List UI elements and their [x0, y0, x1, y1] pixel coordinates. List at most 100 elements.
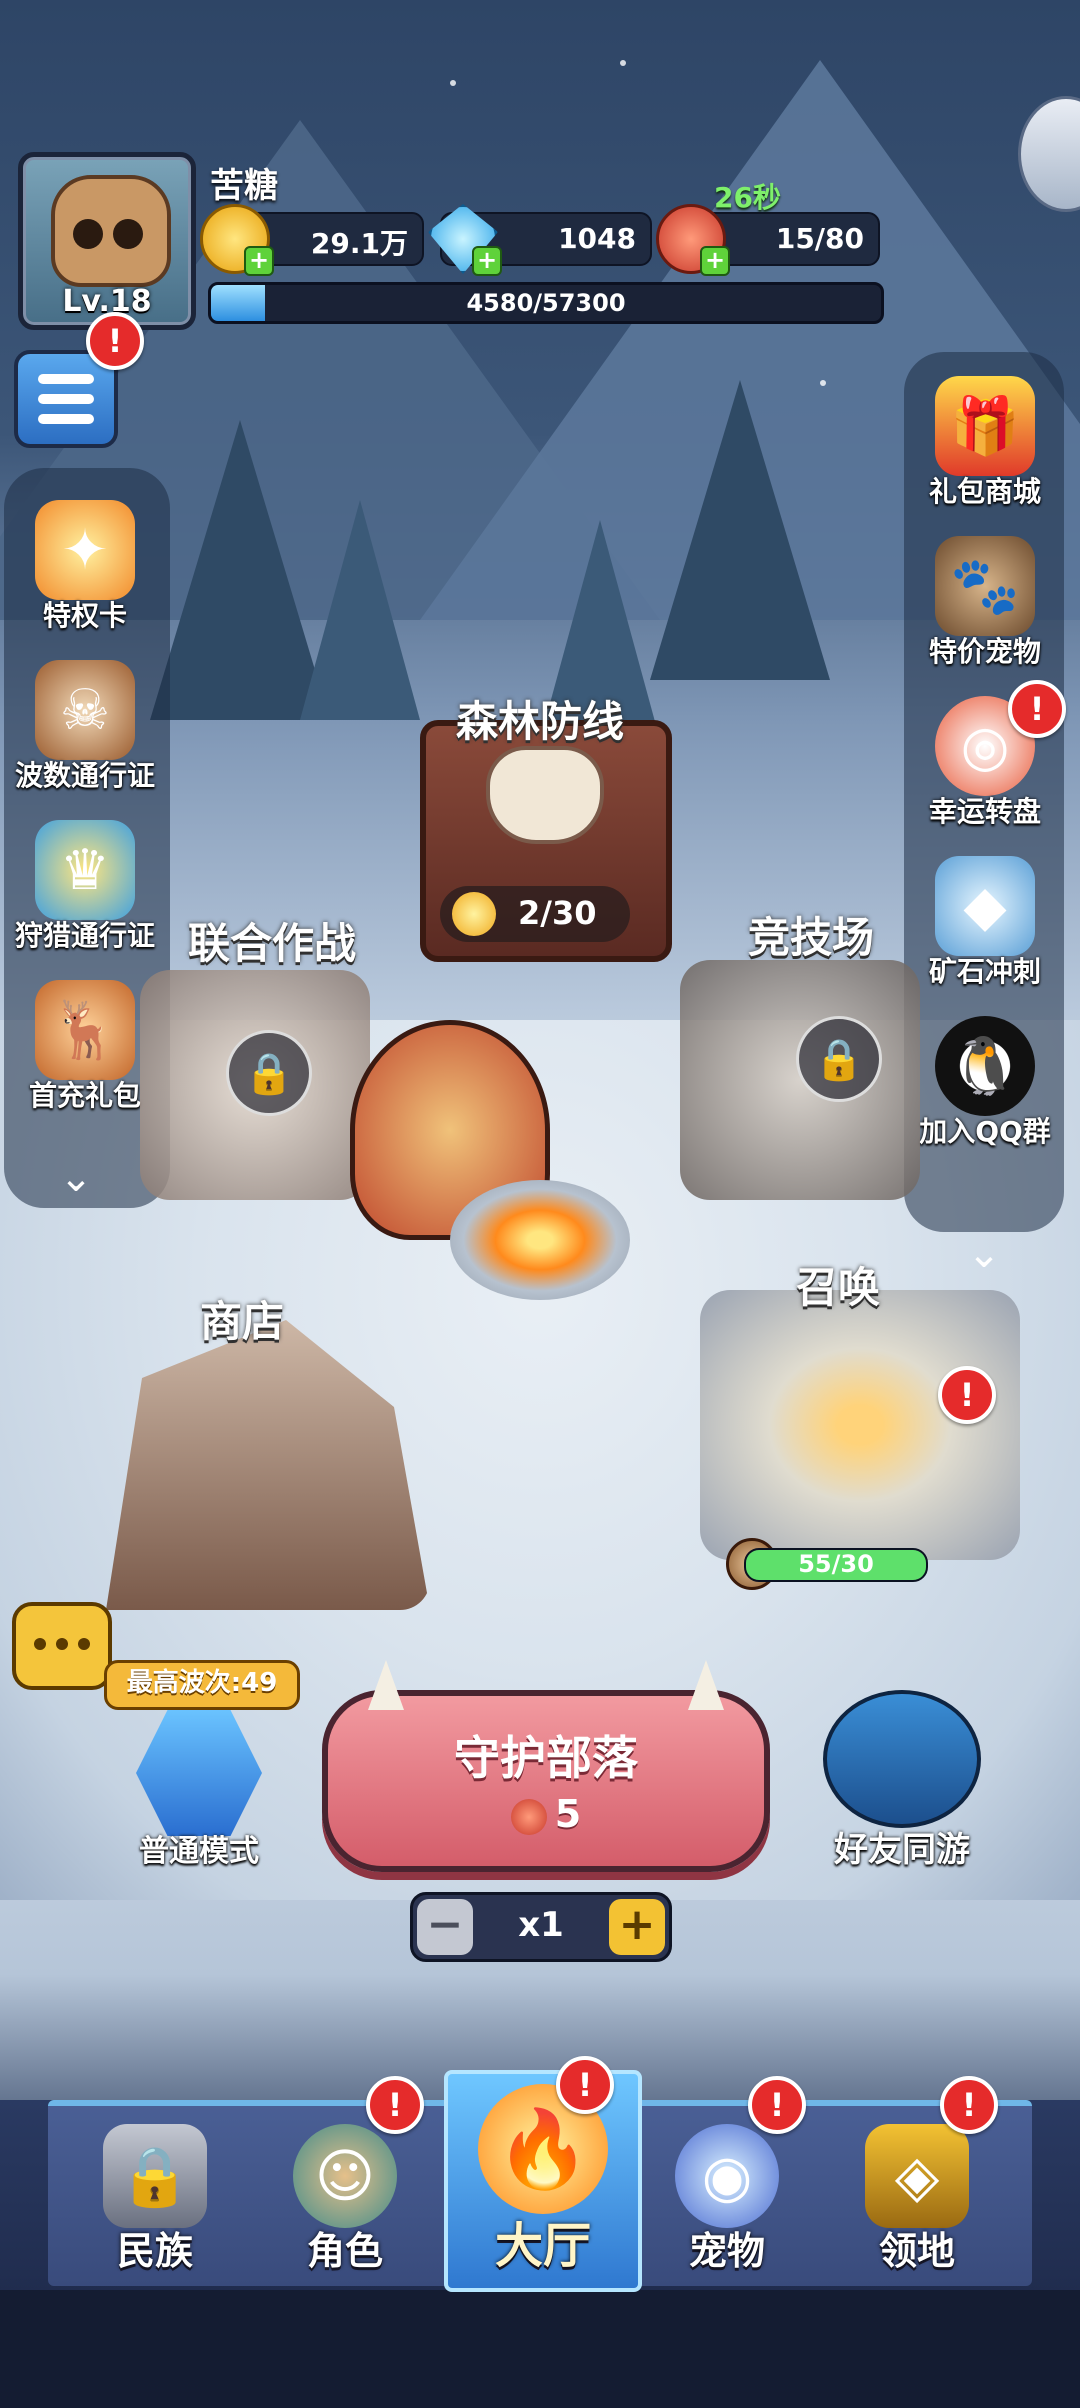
xp-text: 4580/57300	[466, 289, 626, 317]
hunt-pass-label: 狩猎通行证	[14, 919, 155, 952]
campfire	[450, 1180, 630, 1300]
character-icon: ☺	[293, 2124, 397, 2228]
add-stamina-icon[interactable]: +	[700, 246, 730, 276]
star-flower-icon	[452, 892, 496, 936]
nav-lobby[interactable]: 🔥 大厅	[444, 2070, 642, 2292]
privilege-card-label: 特权卡	[42, 599, 127, 632]
snowflake	[450, 80, 456, 86]
discount-pet-icon: 🐾	[935, 536, 1035, 636]
ore-sprint-button[interactable]: ◆ 矿石冲刺	[900, 856, 1070, 990]
bottom-nav-base	[0, 2290, 1080, 2408]
arena-building[interactable]	[680, 960, 920, 1200]
discount-pet-button[interactable]: 🐾 特价宠物	[900, 536, 1070, 670]
mask-eye	[113, 219, 143, 249]
right-panel-expand-icon[interactable]: ⌄	[960, 1234, 1008, 1274]
summon-progress-text: 55/30	[798, 1550, 874, 1578]
nav-territory-label: 领地	[878, 2229, 955, 2273]
meat-icon	[510, 1798, 547, 1835]
nav-lobby-label: 大厅	[494, 2218, 591, 2274]
mask-icon	[51, 175, 171, 287]
menu-alert-badge: !	[86, 312, 144, 370]
hunt-pass-icon: ♛	[35, 820, 135, 920]
left-panel-expand-icon[interactable]: ⌄	[52, 1158, 100, 1198]
nav-character-label: 角色	[306, 2229, 383, 2273]
hunt-pass-button[interactable]: ♛ 狩猎通行证	[0, 820, 170, 954]
gold-resource[interactable]: + 29.1万	[200, 204, 424, 276]
territory-icon: ◈	[865, 2124, 969, 2228]
mask-eye	[73, 219, 103, 249]
xp-bar: 4580/57300	[208, 282, 884, 324]
arena-label: 竞技场	[748, 913, 875, 962]
tribe-icon: 🔒	[103, 2124, 207, 2228]
ram-skull-icon	[486, 746, 604, 844]
pine-tree	[650, 380, 830, 680]
diamond-resource[interactable]: + 1048	[428, 204, 652, 276]
pet-alert-badge: !	[748, 2076, 806, 2134]
chat-button[interactable]	[12, 1602, 112, 1690]
nav-tribe-label: 民族	[116, 2229, 193, 2273]
normal-mode-label: 普通模式	[139, 1834, 259, 1869]
first-recharge-icon: 🦌	[35, 980, 135, 1080]
add-gold-icon[interactable]: +	[244, 246, 274, 276]
summon-progress-bar: 55/30	[744, 1548, 928, 1582]
wave-pass-label: 波数通行证	[14, 759, 155, 792]
privilege-card-icon: ✦	[35, 500, 135, 600]
pet-egg-icon: ◉	[675, 2124, 779, 2228]
horn-icon	[368, 1660, 404, 1710]
summon-alert-badge: !	[938, 1366, 996, 1424]
stamina-amount: 15/80	[775, 222, 864, 255]
qq-group-button[interactable]: 🐧 加入QQ群	[900, 1016, 1070, 1150]
summon-altar[interactable]	[700, 1290, 1020, 1560]
increase-multiplier-button[interactable]: +	[609, 1899, 665, 1955]
co-op-battle-label: 联合作战	[188, 919, 357, 968]
nav-pet-label: 宠物	[688, 2229, 765, 2273]
wave-pass-icon: ☠	[35, 660, 135, 760]
gift-shop-icon: 🎁	[935, 376, 1035, 476]
pine-tree	[300, 500, 420, 720]
stamina-timer: 26秒	[714, 181, 781, 214]
wave-pass-button[interactable]: ☠ 波数通行证	[0, 660, 170, 794]
ore-sprint-label: 矿石冲刺	[928, 955, 1041, 988]
battle-cost-value: 5	[554, 1792, 582, 1836]
ore-sprint-icon: ◆	[935, 856, 1035, 956]
forest-defense-progress: 2/30	[440, 886, 630, 942]
multiplier-stepper: − x1 +	[410, 1892, 672, 1962]
shop-label: 商店	[200, 1297, 285, 1346]
gift-shop-button[interactable]: 🎁 礼包商城	[900, 376, 1070, 510]
play-with-friends-button[interactable]: 好友同游	[812, 1690, 992, 1871]
gold-amount: 29.1万	[310, 227, 408, 260]
play-with-friends-label: 好友同游	[834, 1830, 970, 1870]
qq-group-label: 加入QQ群	[919, 1115, 1051, 1148]
forest-defense-progress-text: 2/30	[518, 894, 597, 932]
arena-lock-icon: 🔒	[796, 1016, 882, 1102]
nav-territory[interactable]: ◈ 领地	[822, 2110, 1012, 2280]
nav-tribe[interactable]: 🔒 民族	[60, 2110, 250, 2280]
diamond-amount: 1048	[558, 222, 636, 255]
lucky-wheel-label: 幸运转盘	[928, 795, 1041, 828]
add-diamond-icon[interactable]: +	[472, 246, 502, 276]
stamina-resource[interactable]: + 15/80	[656, 204, 880, 276]
friends-icon	[823, 1690, 981, 1828]
battle-cost: 5	[328, 1792, 764, 1836]
qq-group-icon: 🐧	[935, 1016, 1035, 1116]
privilege-card-button[interactable]: ✦ 特权卡	[0, 500, 170, 634]
character-alert-badge: !	[366, 2076, 424, 2134]
game-lobby: Lv.18 苦糖 + 29.1万 + 1048 26秒 + 15/80 4580…	[0, 0, 1080, 2408]
summon-label: 召唤	[796, 1263, 881, 1312]
gift-shop-label: 礼包商城	[928, 475, 1041, 508]
defend-tribe-label: 守护部落	[454, 1731, 638, 1785]
lucky-wheel-alert-badge: !	[1008, 680, 1066, 738]
nav-pet[interactable]: ◉ 宠物	[632, 2110, 822, 2280]
nav-character[interactable]: ☺ 角色	[250, 2110, 440, 2280]
player-name: 苦糖	[210, 166, 278, 206]
forest-defense-label: 森林防线	[456, 697, 625, 746]
discount-pet-label: 特价宠物	[928, 635, 1041, 668]
best-wave-badge: 最高波次:49	[104, 1660, 300, 1710]
lobby-alert-badge: !	[556, 2056, 614, 2114]
defend-tribe-button[interactable]: 守护部落 5	[322, 1660, 770, 1872]
horn-icon	[688, 1660, 724, 1710]
snowflake	[820, 380, 826, 386]
snowflake	[620, 60, 626, 66]
co-op-lock-icon: 🔒	[226, 1030, 312, 1116]
player-avatar[interactable]: Lv.18	[18, 152, 196, 330]
